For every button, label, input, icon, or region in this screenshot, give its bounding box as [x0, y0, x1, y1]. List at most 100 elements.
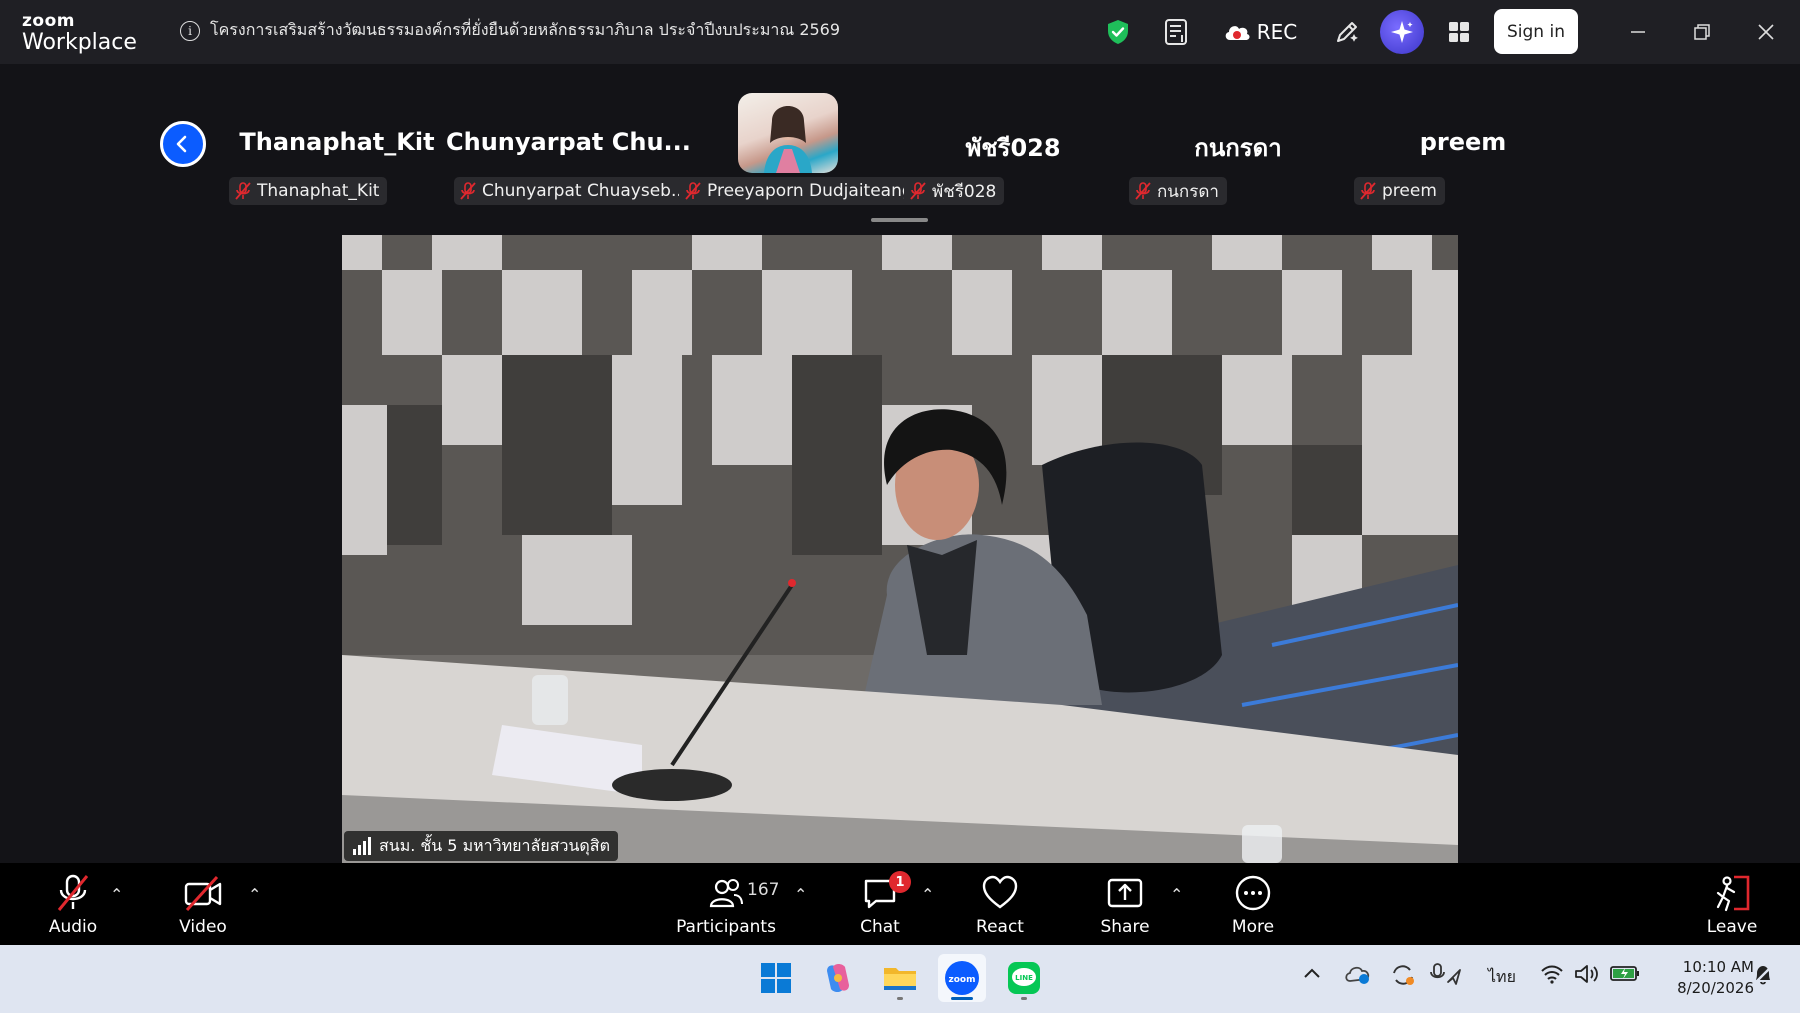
volume-icon[interactable]	[1574, 964, 1600, 988]
title-bar: zoom Workplace i โครงการเสริมสร้างวัฒนธร…	[0, 0, 1800, 64]
tray-overflow-chevron-icon[interactable]	[1303, 965, 1321, 984]
participant-chip-label: Thanaphat_Kit	[257, 181, 380, 201]
participant-chip-label: กนกรดา	[1157, 181, 1219, 202]
video-off-icon	[184, 875, 222, 912]
rec-label: REC	[1256, 20, 1298, 44]
participant-name-chip: Preeyaporn Dudjaiteang	[679, 177, 921, 205]
react-label: React	[976, 917, 1024, 937]
ai-companion-icon[interactable]	[1380, 10, 1424, 54]
more-label: More	[1231, 917, 1275, 937]
minimize-button[interactable]	[1620, 14, 1656, 50]
line-app-icon[interactable]: LINE	[1000, 954, 1048, 1002]
participant-tile-name[interactable]: preem	[1402, 128, 1524, 156]
clock-date: 8/20/2026	[1677, 979, 1754, 997]
audio-button[interactable]: Audio	[18, 873, 128, 937]
chat-button[interactable]: 1 Chat	[825, 871, 935, 937]
muted-mic-icon	[57, 874, 89, 911]
windows-start-icon[interactable]	[752, 954, 800, 1002]
muted-mic-icon	[685, 182, 701, 200]
restore-button[interactable]	[1684, 14, 1720, 50]
participant-name-chip: Chunyarpat Chuayseb...	[454, 177, 696, 205]
gallery-back-button[interactable]	[160, 121, 206, 167]
chat-options-caret[interactable]: ⌃	[921, 885, 934, 904]
battery-charging-icon[interactable]	[1610, 964, 1640, 986]
video-source-label: สนม. ชั้น 5 มหาวิทยาลัยสวนดุสิต	[344, 831, 618, 861]
participant-tile-name[interactable]: Thanaphat_Kit	[237, 128, 437, 156]
info-icon[interactable]: i	[180, 20, 200, 41]
zoom-taskbar-icon[interactable]: zoom	[938, 954, 986, 1002]
participant-avatar-photo[interactable]	[738, 93, 838, 173]
sign-in-button[interactable]: Sign in	[1494, 9, 1578, 54]
close-button[interactable]	[1748, 14, 1784, 50]
participant-tile-name[interactable]: Chunyarpat Chu...	[446, 128, 691, 156]
participant-name-chip: พัชรี028	[904, 177, 1005, 205]
encryption-shield-icon[interactable]	[1102, 14, 1134, 50]
mic-location-icon[interactable]	[1430, 962, 1462, 990]
chat-unread-badge: 1	[889, 871, 911, 893]
leave-button[interactable]: Leave	[1677, 873, 1787, 937]
leave-label: Leave	[1706, 917, 1758, 937]
wifi-icon[interactable]	[1540, 964, 1564, 988]
windows-taskbar: zoom LINE ไทย 10:10 AM 8/20/2026	[0, 945, 1800, 1013]
apps-icon[interactable]	[1442, 14, 1476, 50]
meeting-title-text: โครงการเสริมสร้างวัฒนธรรมองค์กรที่ยั่งยื…	[210, 20, 841, 39]
more-button[interactable]: More	[1198, 873, 1308, 937]
more-icon	[1235, 875, 1271, 911]
participant-tile-name[interactable]: พัชรี028	[950, 128, 1076, 167]
sync-icon[interactable]	[1390, 963, 1416, 991]
audio-label: Audio	[48, 917, 98, 937]
svg-text:zoom: zoom	[949, 975, 976, 985]
portrait-image	[764, 106, 812, 173]
muted-mic-icon	[910, 182, 926, 200]
system-clock[interactable]: 10:10 AM 8/20/2026	[1654, 957, 1754, 999]
svg-text:LINE: LINE	[1015, 974, 1033, 982]
logo-line2: Workplace	[22, 30, 137, 55]
share-options-caret[interactable]: ⌃	[1170, 885, 1183, 904]
notification-bell-icon[interactable]	[1752, 964, 1774, 990]
share-screen-icon	[1107, 878, 1143, 908]
notes-icon[interactable]	[1160, 14, 1194, 50]
annotate-icon[interactable]	[1330, 14, 1364, 50]
input-language-indicator[interactable]: ไทย	[1488, 965, 1516, 990]
speaker-video-frame	[342, 235, 1458, 863]
participant-name-chip: Thanaphat_Kit	[229, 177, 388, 205]
participants-label: Participants	[676, 917, 776, 937]
share-label: Share	[1100, 917, 1150, 937]
share-button[interactable]: Share	[1070, 873, 1180, 937]
participant-name-chip: กนกรดา	[1129, 177, 1227, 205]
participants-icon	[709, 879, 743, 908]
heart-icon	[982, 875, 1018, 909]
participant-chip-label: Chunyarpat Chuayseb...	[482, 181, 688, 201]
cloud-record-icon	[1225, 26, 1250, 40]
video-label: Video	[179, 917, 227, 937]
chevron-left-icon	[176, 135, 187, 153]
leave-icon	[1716, 875, 1750, 912]
react-button[interactable]: React	[945, 873, 1055, 937]
video-options-caret[interactable]: ⌃	[248, 885, 261, 904]
participants-options-caret[interactable]: ⌃	[794, 885, 807, 904]
meeting-toolbar: Audio ⌃ Video ⌃ Participants ⌃ 1 Chat ⌃ …	[0, 863, 1800, 945]
participant-chip-label: preem	[1382, 181, 1437, 201]
video-button[interactable]: Video	[148, 873, 258, 937]
meeting-title[interactable]: i โครงการเสริมสร้างวัฒนธรรมองค์กรที่ยั่ง…	[180, 18, 840, 43]
zoom-workplace-logo: zoom Workplace	[22, 13, 137, 54]
participants-count: 167	[747, 880, 780, 900]
clock-time: 10:10 AM	[1682, 958, 1754, 976]
video-source-text: สนม. ชั้น 5 มหาวิทยาลัยสวนดุสิต	[379, 835, 610, 855]
connection-strength-icon	[353, 837, 371, 855]
chat-label: Chat	[860, 917, 900, 937]
copilot-icon[interactable]	[814, 954, 862, 1002]
record-indicator[interactable]: REC	[1222, 14, 1298, 50]
muted-mic-icon	[235, 182, 251, 200]
logo-line1: zoom	[22, 11, 75, 31]
participant-chip-label: พัชรี028	[932, 181, 997, 202]
muted-mic-icon	[460, 182, 476, 200]
participant-chip-label: Preeyaporn Dudjaiteang	[707, 181, 913, 201]
active-speaker-video[interactable]: สนม. ชั้น 5 มหาวิทยาลัยสวนดุสิต	[342, 235, 1458, 863]
onedrive-icon[interactable]	[1344, 963, 1372, 989]
file-explorer-icon[interactable]	[876, 954, 924, 1002]
participant-tile-name[interactable]: กนกรดา	[1176, 128, 1300, 167]
muted-mic-icon	[1360, 182, 1376, 200]
gallery-scroll-handle[interactable]	[871, 218, 928, 222]
audio-options-caret[interactable]: ⌃	[110, 885, 123, 904]
